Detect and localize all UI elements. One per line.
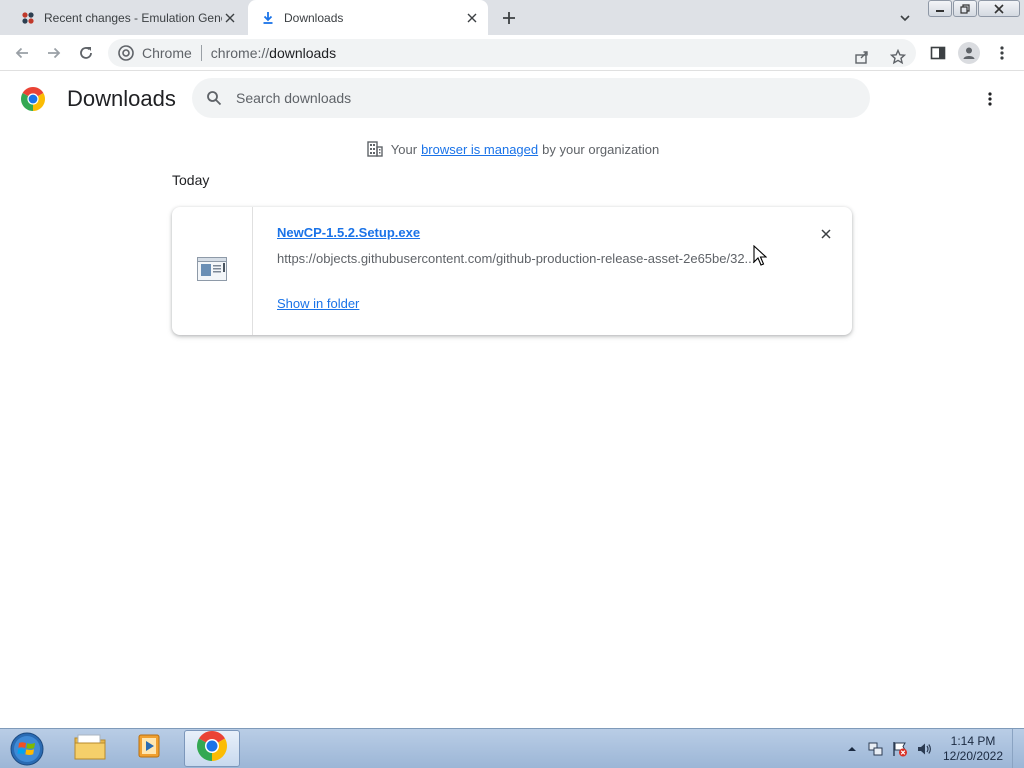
url-text: chrome://downloads — [210, 45, 337, 61]
clock-date: 12/20/2022 — [942, 749, 1004, 763]
download-source-url: https://objects.githubusercontent.com/gi… — [277, 251, 756, 266]
close-window-button[interactable] — [978, 0, 1020, 17]
system-tray — [842, 729, 938, 768]
date-heading: Today — [172, 172, 210, 188]
tab-title: Downloads — [284, 10, 344, 25]
browser-managed-link[interactable]: browser is managed — [421, 142, 538, 157]
taskbar-media-player[interactable] — [122, 730, 178, 767]
wiki-icon — [20, 10, 36, 26]
bookmark-star-icon[interactable] — [886, 45, 910, 69]
volume-icon[interactable] — [914, 739, 934, 759]
building-icon — [365, 139, 385, 159]
restore-button[interactable] — [953, 0, 977, 17]
profile-avatar[interactable] — [957, 41, 981, 65]
new-tab-button[interactable] — [498, 7, 520, 29]
address-bar[interactable]: Chrome chrome://downloads — [108, 39, 916, 67]
start-button[interactable] — [8, 731, 46, 767]
clock-time: 1:14 PM — [950, 734, 996, 748]
search-downloads-box[interactable] — [192, 78, 870, 118]
search-icon — [204, 88, 224, 108]
reload-button[interactable] — [74, 41, 98, 65]
windows-taskbar: 1:14 PM 12/20/2022 — [0, 728, 1024, 768]
taskbar-file-explorer[interactable] — [62, 730, 118, 767]
action-center-flag-icon[interactable] — [890, 739, 910, 759]
tab-search-icon[interactable] — [895, 8, 915, 28]
managed-notice: Your browser is managed by your organiza… — [0, 138, 1024, 160]
show-hidden-icons-icon[interactable] — [842, 739, 862, 759]
show-desktop-button[interactable] — [1012, 729, 1024, 768]
close-tab-icon[interactable] — [464, 10, 480, 26]
tab-strip: Recent changes - Emulation General Downl… — [0, 0, 1024, 35]
managed-prefix: Your — [390, 141, 418, 157]
browser-menu-icon[interactable] — [990, 41, 1014, 65]
taskbar-clock[interactable]: 1:14 PM 12/20/2022 — [938, 734, 1008, 764]
taskbar-chrome[interactable] — [184, 730, 240, 767]
media-player-icon — [135, 732, 165, 765]
executable-file-icon — [197, 256, 227, 286]
network-icon[interactable] — [866, 739, 886, 759]
tab-recent-changes[interactable]: Recent changes - Emulation General — [8, 0, 246, 35]
share-icon[interactable] — [850, 45, 874, 69]
mouse-cursor-icon — [753, 244, 768, 267]
profile-icon — [958, 42, 980, 64]
chrome-icon — [118, 45, 134, 61]
forward-button[interactable] — [42, 41, 66, 65]
site-chip-label: Chrome — [142, 45, 192, 61]
tab-downloads[interactable]: Downloads — [248, 0, 488, 35]
folder-icon — [74, 732, 106, 765]
back-button[interactable] — [10, 41, 34, 65]
downloads-header: Downloads — [0, 72, 1024, 128]
close-tab-icon[interactable] — [222, 10, 238, 26]
file-icon-column — [172, 207, 253, 335]
download-icon — [260, 10, 276, 26]
chrome-taskbar-icon — [197, 731, 227, 766]
minimize-button[interactable] — [928, 0, 952, 17]
tab-title: Recent changes - Emulation General — [44, 10, 222, 25]
remove-download-icon[interactable] — [816, 224, 836, 244]
page-title: Downloads — [67, 86, 176, 111]
browser-toolbar: Chrome chrome://downloads — [0, 35, 1024, 71]
search-input[interactable] — [236, 90, 836, 106]
download-file-name-link[interactable]: NewCP-1.5.2.Setup.exe — [277, 225, 420, 240]
downloads-menu-icon[interactable] — [978, 87, 1002, 111]
chrome-logo-icon — [21, 87, 45, 111]
download-item: NewCP-1.5.2.Setup.exe https://objects.gi… — [172, 207, 852, 335]
managed-suffix: by your organization — [542, 141, 660, 157]
show-in-folder-link[interactable]: Show in folder — [277, 296, 359, 311]
side-panel-icon[interactable] — [926, 41, 950, 65]
divider — [200, 45, 202, 61]
window-controls — [928, 0, 1021, 18]
